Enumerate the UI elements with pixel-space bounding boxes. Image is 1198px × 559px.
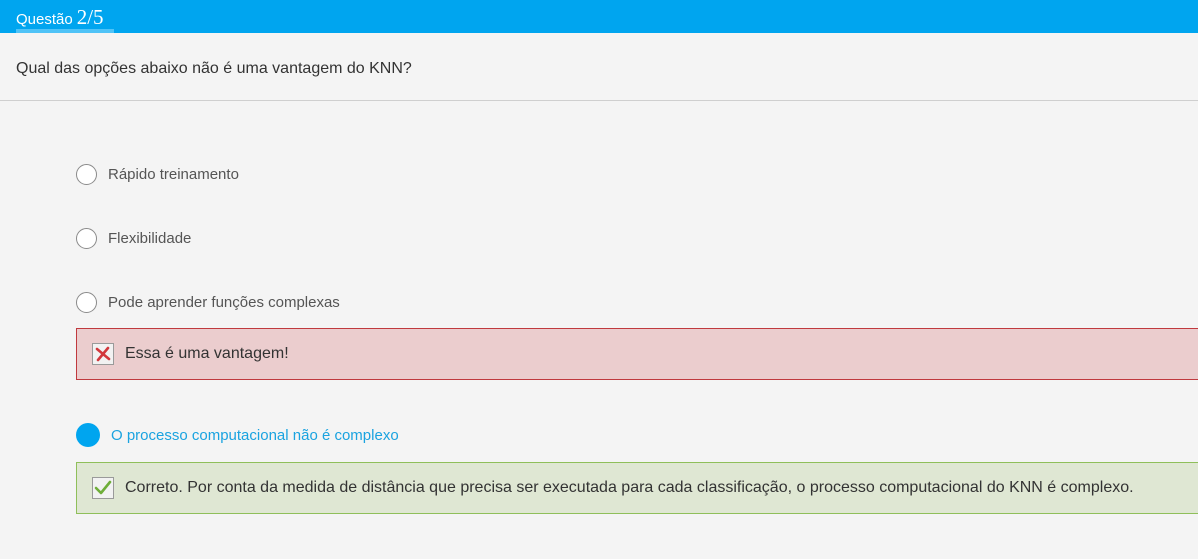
option-label: O processo computacional não é complexo — [111, 426, 399, 444]
feedback-correct: Correto. Por conta da medida de distânci… — [76, 462, 1198, 514]
option-flexibilidade[interactable]: Flexibilidade — [76, 226, 191, 250]
radio-button[interactable] — [76, 291, 97, 313]
question-counter-value: 2/5 — [76, 5, 104, 29]
question-counter-label: Questão — [16, 11, 73, 28]
question-text: Qual das opções abaixo não é uma vantage… — [16, 60, 412, 77]
feedback-wrong-text: Essa é uma vantagem! — [125, 345, 289, 362]
active-tab-indicator — [16, 29, 114, 33]
feedback-correct-text: Correto. Por conta da medida de distânci… — [125, 479, 1134, 496]
option-label: Pode aprender funções complexas — [108, 293, 340, 311]
option-label: Flexibilidade — [108, 229, 192, 247]
option-label: Rápido treinamento — [108, 165, 239, 183]
feedback-wrong: Essa é uma vantagem! — [76, 328, 1198, 380]
divider — [0, 100, 1198, 101]
radio-button-selected[interactable] — [76, 423, 100, 447]
option-rapido-treinamento[interactable]: Rápido treinamento — [76, 162, 239, 186]
check-mark-icon — [92, 477, 114, 499]
x-mark-icon — [92, 343, 114, 365]
radio-button[interactable] — [76, 227, 97, 249]
header-bar: Questão 2/5 — [0, 0, 1198, 33]
radio-button[interactable] — [76, 163, 97, 185]
option-processo-computacional[interactable]: O processo computacional não é complexo — [76, 423, 399, 447]
option-funcoes-complexas[interactable]: Pode aprender funções complexas — [76, 290, 340, 314]
